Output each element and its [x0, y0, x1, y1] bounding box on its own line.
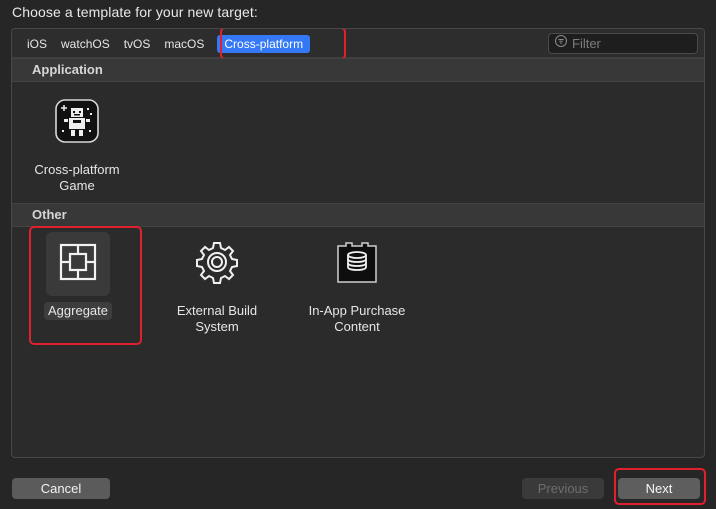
template-label: In-App Purchase Content: [308, 303, 406, 334]
previous-button[interactable]: Previous: [522, 478, 604, 499]
tab-cross-platform[interactable]: Cross-platform: [217, 35, 311, 53]
tab-watchos[interactable]: watchOS: [54, 35, 117, 53]
platform-tabs: iOS watchOS tvOS macOS Cross-platform: [20, 35, 311, 53]
in-app-purchase-icon: [335, 240, 379, 289]
template-cross-platform-game[interactable]: Cross-platform Game: [18, 91, 136, 195]
template-in-app-purchase-content[interactable]: In-App Purchase Content: [298, 232, 416, 336]
template-external-build-system[interactable]: External Build System: [158, 232, 276, 336]
filter-icon: [554, 34, 568, 53]
game-robot-icon: [55, 98, 99, 148]
section-header-other: Other: [12, 203, 704, 227]
tab-tvos[interactable]: tvOS: [117, 35, 158, 53]
section-header-application: Application: [12, 58, 704, 82]
filter-field[interactable]: [548, 33, 698, 54]
cancel-button[interactable]: Cancel: [12, 478, 110, 499]
tab-ios[interactable]: iOS: [20, 35, 54, 53]
filter-input[interactable]: [572, 36, 692, 51]
gear-icon: [195, 240, 239, 289]
template-label: External Build System: [176, 303, 258, 334]
template-label: Aggregate: [44, 302, 112, 320]
template-panel: iOS watchOS tvOS macOS Cross-platform Ap…: [11, 28, 705, 458]
dialog-title: Choose a template for your new target:: [12, 4, 258, 20]
aggregate-icon: [58, 242, 98, 287]
next-button[interactable]: Next: [618, 478, 700, 499]
template-aggregate[interactable]: Aggregate: [19, 232, 137, 320]
platform-tab-bar: iOS watchOS tvOS macOS Cross-platform: [12, 29, 704, 60]
template-label: Cross-platform Game: [34, 162, 120, 193]
tab-macos[interactable]: macOS: [157, 35, 211, 53]
